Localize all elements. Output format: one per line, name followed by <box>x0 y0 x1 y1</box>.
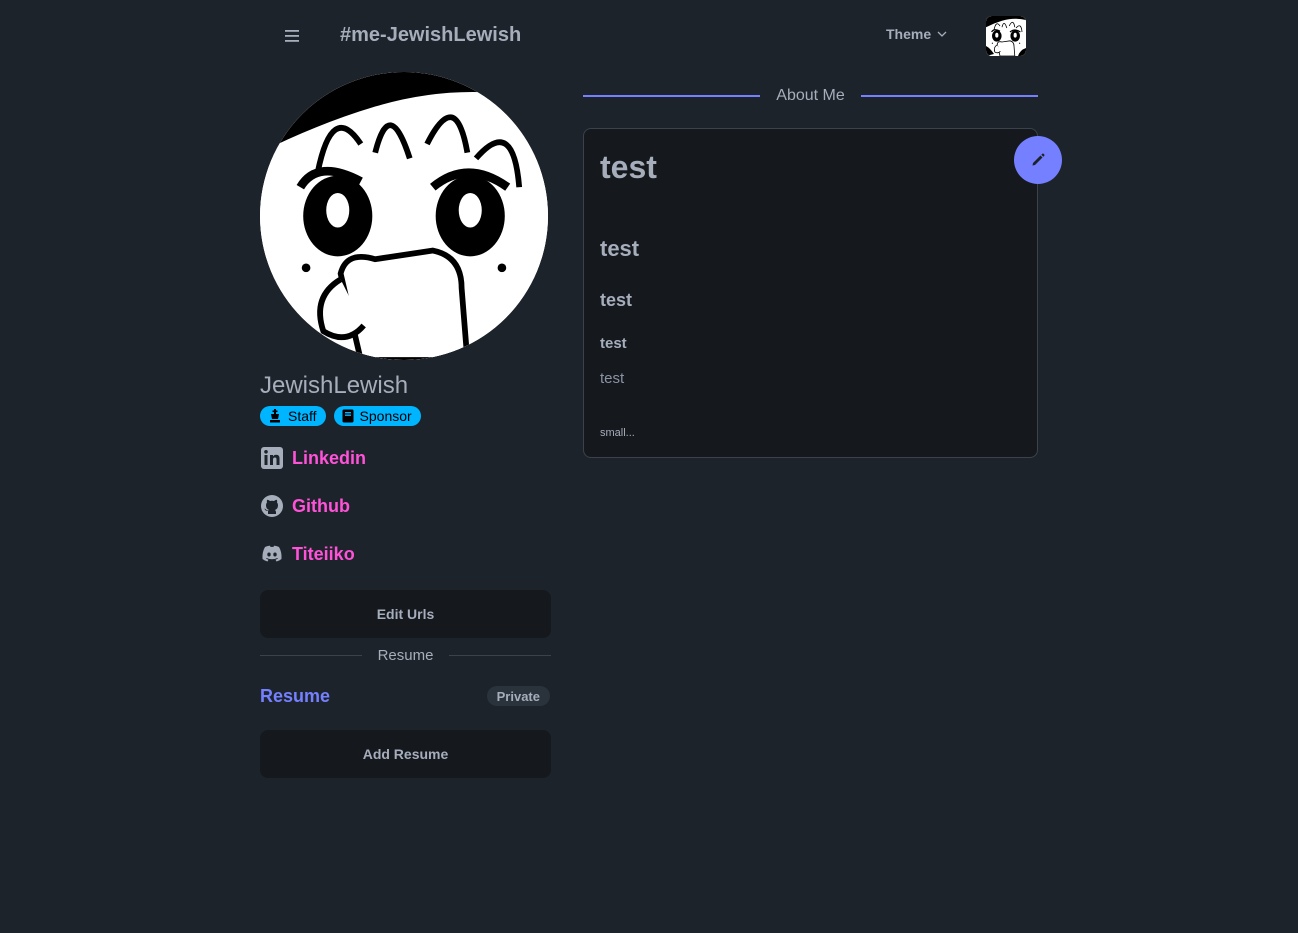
about-heading-1: test <box>600 149 657 185</box>
site-brand[interactable]: #me-JewishLewish <box>340 24 521 47</box>
link-linkedin[interactable]: Linkedin <box>260 446 551 470</box>
link-github[interactable]: Github <box>260 494 551 518</box>
profile-sidebar: JewishLewish Staff Sponsor Linkedin Gith… <box>260 72 552 778</box>
theme-label: Theme <box>886 26 932 42</box>
badge-list: Staff Sponsor <box>260 406 551 426</box>
pencil-icon <box>1032 153 1045 166</box>
staff-badge: Staff <box>260 406 326 426</box>
divider-line <box>583 95 761 97</box>
profile-avatar <box>260 72 548 360</box>
resume-divider: Resume <box>260 638 552 672</box>
about-heading-2: test <box>600 236 640 261</box>
resume-link[interactable]: Resume <box>260 686 330 707</box>
edit-urls-button[interactable]: Edit Urls <box>260 590 551 638</box>
resume-row: Resume Private <box>260 672 551 720</box>
github-link[interactable]: Github <box>292 496 350 517</box>
about-paragraph: test <box>600 370 625 387</box>
staff-badge-label: Staff <box>288 408 317 424</box>
user-avatar[interactable] <box>986 16 1026 56</box>
about-heading-4: test <box>600 335 627 352</box>
edit-about-button[interactable] <box>1014 136 1062 184</box>
divider-line <box>449 654 552 656</box>
about-divider-label: About Me <box>776 87 845 104</box>
about-heading-3: test <box>600 290 633 310</box>
link-discord[interactable]: Titeiiko <box>260 542 551 566</box>
linkedin-link[interactable]: Linkedin <box>292 448 366 469</box>
linkedin-icon <box>261 447 283 469</box>
add-resume-button[interactable]: Add Resume <box>260 730 551 778</box>
chevron-down-icon <box>937 31 947 37</box>
book-icon <box>342 409 354 423</box>
github-icon <box>261 495 283 517</box>
divider-line <box>260 654 362 656</box>
about-section: About Me test test test test test small.… <box>583 82 1062 458</box>
social-links: Linkedin Github Titeiiko <box>260 446 551 566</box>
private-badge: Private <box>486 686 550 706</box>
menu-button[interactable] <box>274 20 310 52</box>
navbar: #me-JewishLewish Theme <box>260 12 1038 60</box>
discord-link[interactable]: Titeiiko <box>292 544 355 565</box>
about-card: test test test test test small... <box>583 128 1062 458</box>
about-divider: About Me <box>583 82 1039 110</box>
sponsor-badge: Sponsor <box>333 406 421 426</box>
hamburger-icon <box>285 30 299 42</box>
sponsor-badge-label: Sponsor <box>359 408 412 424</box>
about-small-text: small... <box>600 427 635 439</box>
discord-icon <box>262 545 282 562</box>
theme-dropdown[interactable]: Theme <box>886 26 947 42</box>
divider-line <box>860 95 1039 97</box>
chess-king-icon <box>270 409 280 423</box>
resume-divider-label: Resume <box>377 646 434 664</box>
profile-username: JewishLewish <box>260 372 409 399</box>
